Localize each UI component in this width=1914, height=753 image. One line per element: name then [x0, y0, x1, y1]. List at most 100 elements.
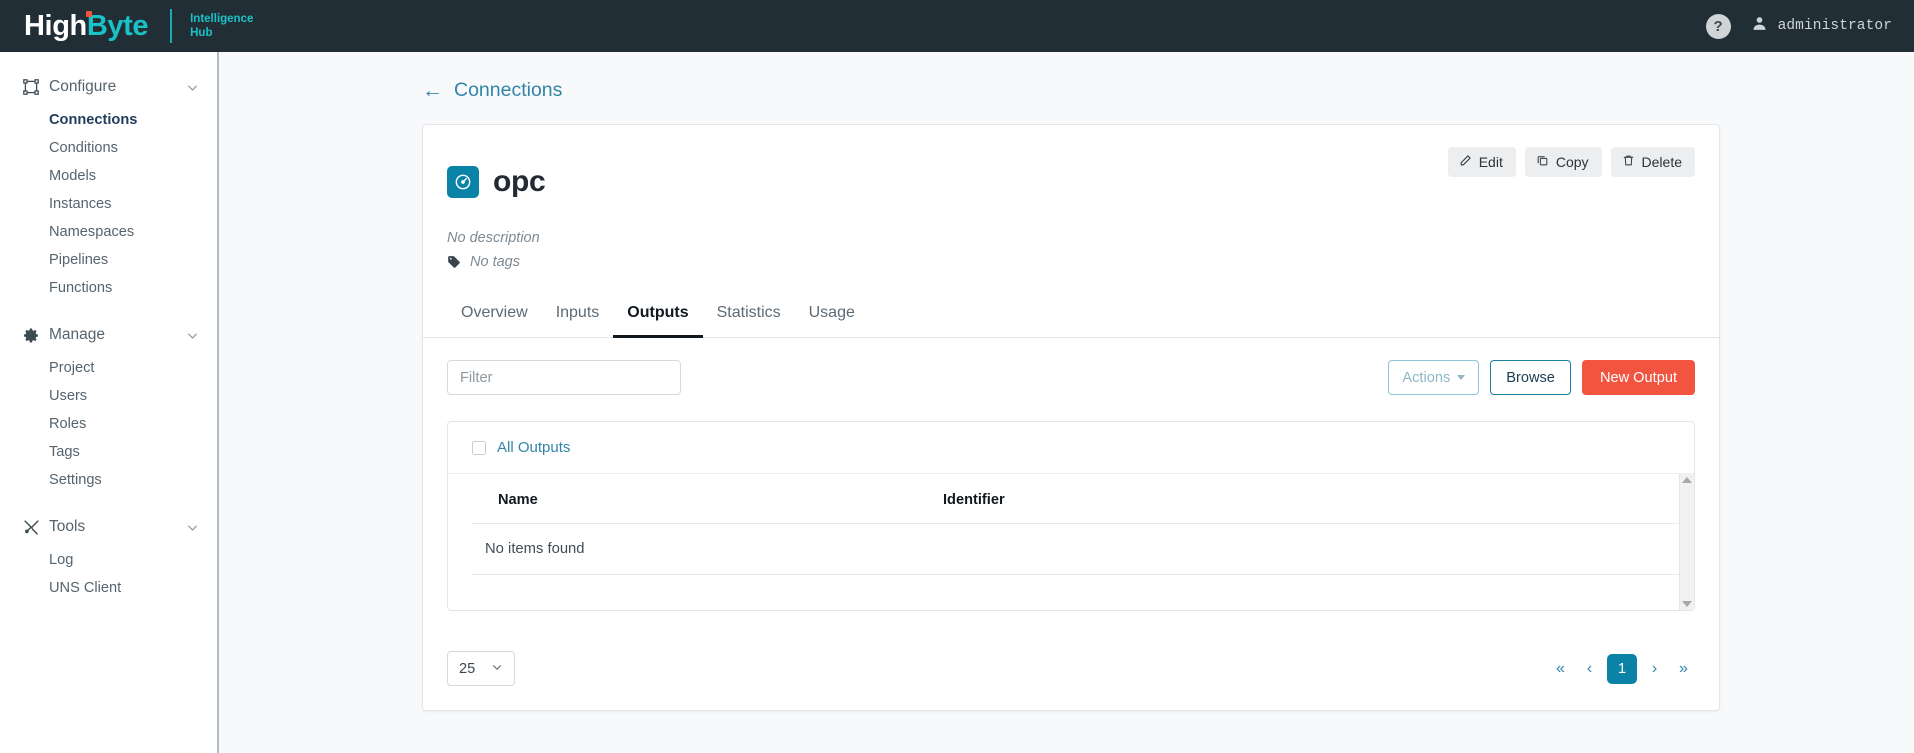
user-menu[interactable]: administrator — [1751, 15, 1892, 37]
select-all-label[interactable]: All Outputs — [497, 439, 570, 456]
caret-down-icon — [1457, 375, 1466, 381]
scroll-up-arrow-icon[interactable] — [1682, 477, 1692, 484]
tab-overview[interactable]: Overview — [447, 294, 542, 338]
toolbar-right-buttons: Actions Browse New Output — [1388, 360, 1695, 396]
sidebar-item-functions[interactable]: Functions — [0, 274, 217, 302]
browse-button[interactable]: Browse — [1490, 360, 1571, 396]
brand-accent-dot — [86, 10, 92, 17]
table-vertical-scrollbar[interactable] — [1679, 474, 1694, 611]
question-circle-icon[interactable]: ? — [1705, 13, 1731, 39]
outputs-toolbar: Actions Browse New Output — [423, 338, 1719, 421]
tab-usage[interactable]: Usage — [795, 294, 869, 338]
edit-button-label: Edit — [1478, 154, 1503, 170]
sidebar-item-instances[interactable]: Instances — [0, 190, 217, 218]
sidebar-item-namespaces[interactable]: Namespaces — [0, 218, 217, 246]
sidebar-group-configure[interactable]: Configure — [0, 68, 217, 106]
pagination-row: 25 « ‹ 1 › » — [423, 635, 1719, 710]
column-header-name[interactable]: Name — [472, 474, 917, 525]
sidebar-item-connections[interactable]: Connections — [0, 106, 217, 134]
pagination-next-button[interactable]: › — [1643, 654, 1666, 684]
app-header: HighByte Intelligence Hub ? administrato… — [0, 0, 1914, 52]
select-all-checkbox[interactable] — [472, 440, 486, 455]
sidebar-item-uns-client[interactable]: UNS Client — [0, 574, 217, 602]
card-header: opc No description No tags Edit Copy Del… — [423, 125, 1719, 270]
filter-input[interactable] — [447, 360, 681, 396]
connection-description: No description — [447, 230, 540, 247]
sidebar-group-label: Manage — [49, 326, 106, 343]
breadcrumb-label: Connections — [454, 79, 563, 101]
sidebar-item-conditions[interactable]: Conditions — [0, 134, 217, 162]
brand-high-text: High — [24, 9, 87, 42]
outputs-table: Name Identifier No items found — [472, 474, 1679, 576]
body-split: Configure Connections Conditions Models … — [0, 52, 1914, 753]
column-header-identifier[interactable]: Identifier — [917, 474, 1679, 525]
sidebar-item-pipelines[interactable]: Pipelines — [0, 246, 217, 274]
pagination-controls: « ‹ 1 › » — [1549, 653, 1695, 684]
sidebar-item-project[interactable]: Project — [0, 354, 217, 382]
detail-tabs: Overview Inputs Outputs Statistics Usage — [423, 294, 1719, 339]
table-header-row: Name Identifier — [472, 474, 1679, 525]
breadcrumb-back-link[interactable]: ← Connections — [219, 52, 562, 102]
actions-dropdown-button[interactable]: Actions — [1388, 360, 1480, 396]
table-head: Name Identifier — [472, 474, 1679, 525]
chevron-down-icon[interactable] — [186, 329, 199, 342]
tag-icon — [447, 255, 461, 269]
page-title: opc — [493, 165, 546, 199]
product-name-line2: Hub — [190, 27, 213, 39]
page-size-value: 25 — [459, 660, 476, 677]
brand-divider — [170, 9, 173, 43]
chevron-down-icon[interactable] — [186, 81, 199, 94]
select-all-row: All Outputs — [448, 422, 1694, 475]
trash-icon — [1622, 154, 1635, 170]
table-body: No items found — [472, 523, 1679, 576]
pagination-first-button[interactable]: « — [1549, 654, 1572, 684]
gear-icon — [20, 325, 42, 345]
product-name: Intelligence Hub — [190, 12, 253, 40]
pagination-page-1[interactable]: 1 — [1607, 653, 1637, 684]
sidebar-group-label: Configure — [49, 78, 117, 95]
brand-byte-text: Byte — [86, 9, 149, 42]
table-scroll-wrapper: Name Identifier No items found — [448, 474, 1694, 611]
copy-button-label: Copy — [1555, 154, 1589, 170]
tab-statistics[interactable]: Statistics — [703, 294, 795, 338]
copy-icon — [1536, 154, 1549, 170]
pagination-prev-button[interactable]: ‹ — [1578, 654, 1601, 684]
sidebar-item-models[interactable]: Models — [0, 162, 217, 190]
empty-state-message: No items found — [472, 523, 1679, 576]
tab-inputs[interactable]: Inputs — [542, 294, 614, 338]
sidebar-item-settings[interactable]: Settings — [0, 466, 217, 494]
edit-button[interactable]: Edit — [1447, 147, 1516, 177]
delete-button[interactable]: Delete — [1610, 147, 1695, 177]
user-name-label: administrator — [1777, 18, 1892, 34]
sidebar-item-users[interactable]: Users — [0, 382, 217, 410]
sidebar-item-roles[interactable]: Roles — [0, 410, 217, 438]
brand-logo[interactable]: HighByte Intelligence Hub — [24, 9, 253, 43]
arrow-left-icon: ← — [422, 79, 443, 102]
outputs-table-panel: All Outputs Name Identifier No items fou… — [447, 421, 1695, 612]
main-content: ← Connections opc No description No tags… — [219, 52, 1914, 753]
tab-outputs[interactable]: Outputs — [613, 294, 703, 339]
pencil-icon — [1459, 154, 1472, 170]
new-output-button[interactable]: New Output — [1581, 360, 1695, 396]
user-avatar-icon — [1751, 15, 1768, 37]
chevron-down-icon — [491, 661, 503, 676]
page-size-select[interactable]: 25 — [447, 651, 516, 687]
sidebar-item-log[interactable]: Log — [0, 546, 217, 574]
sidebar-group-manage[interactable]: Manage — [0, 316, 217, 354]
table-row: No items found — [472, 523, 1679, 576]
card-action-buttons: Edit Copy Delete — [1447, 147, 1695, 177]
scroll-down-arrow-icon[interactable] — [1682, 601, 1692, 608]
sidebar-group-tools[interactable]: Tools — [0, 508, 217, 546]
connection-tags-value: No tags — [470, 254, 520, 271]
brand-wordmark: HighByte — [24, 9, 149, 42]
pagination-last-button[interactable]: » — [1672, 654, 1695, 684]
sidebar-item-tags[interactable]: Tags — [0, 438, 217, 466]
chevron-down-icon[interactable] — [186, 521, 199, 534]
configure-icon — [20, 77, 42, 97]
copy-button[interactable]: Copy — [1524, 147, 1602, 177]
connection-detail-card: opc No description No tags Edit Copy Del… — [422, 124, 1720, 712]
product-name-line1: Intelligence — [190, 13, 254, 25]
sidebar: Configure Connections Conditions Models … — [0, 52, 219, 753]
